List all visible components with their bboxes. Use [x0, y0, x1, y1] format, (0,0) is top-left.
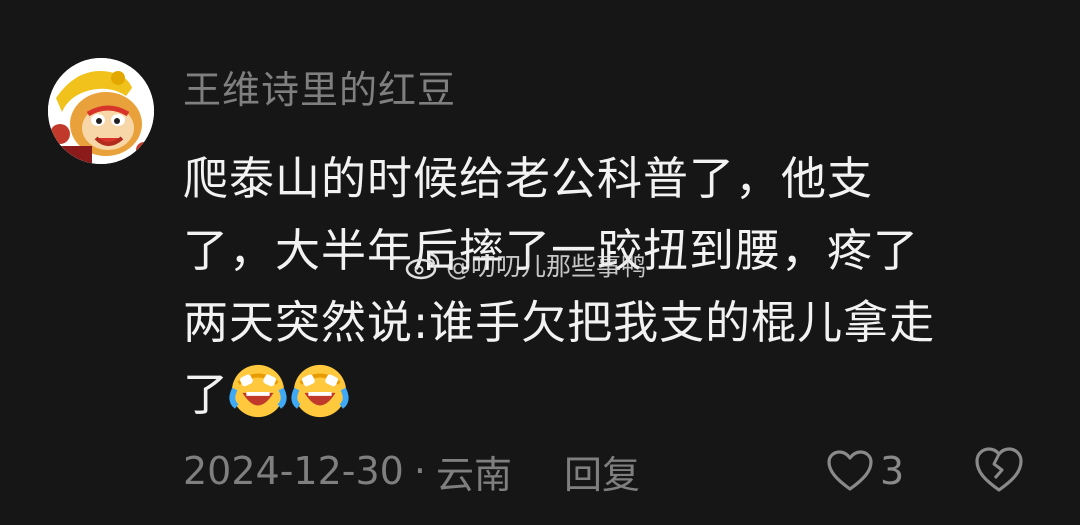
comment-date: 2024-12-30	[183, 449, 404, 493]
comment-text-line: 爬泰山的时候给老公科普了，他支	[183, 152, 874, 205]
comment-meta: 2024-12-30 · 云南 回复	[183, 444, 640, 498]
weibo-icon	[405, 252, 440, 280]
monkey-king-avatar-image	[48, 58, 154, 164]
watermark-text: @叨叨儿那些事鸭	[446, 252, 647, 281]
laughing-crying-emoji-icon	[229, 364, 287, 418]
comment-text: 爬泰山的时候给老公科普了，他支 了，大半年后摔了一跤扭到腰，疼了 两天突然说:谁…	[183, 143, 1023, 431]
laughing-crying-emoji-icon	[291, 364, 349, 418]
comment-text-line: 两天突然说:谁手欠把我支的棍儿拿走	[183, 296, 936, 349]
like-count: 3	[880, 449, 905, 493]
username[interactable]: 王维诗里的红豆	[183, 66, 456, 114]
reply-button[interactable]: 回复	[564, 444, 640, 499]
broken-heart-icon[interactable]	[974, 446, 1024, 494]
like-button[interactable]: 3	[826, 444, 904, 498]
heart-outline-icon	[827, 450, 873, 491]
comment-location: 云南	[435, 452, 512, 497]
comment-text-tail: 了	[183, 368, 230, 421]
watermark: @叨叨儿那些事鸭	[404, 248, 646, 282]
comment-text-line: 了	[183, 359, 1023, 431]
meta-separator: ·	[413, 449, 426, 493]
comment-item: 王维诗里的红豆 爬泰山的时候给老公科普了，他支 了，大半年后摔了一跤扭到腰，疼了…	[0, 0, 1080, 525]
avatar[interactable]	[48, 58, 154, 164]
